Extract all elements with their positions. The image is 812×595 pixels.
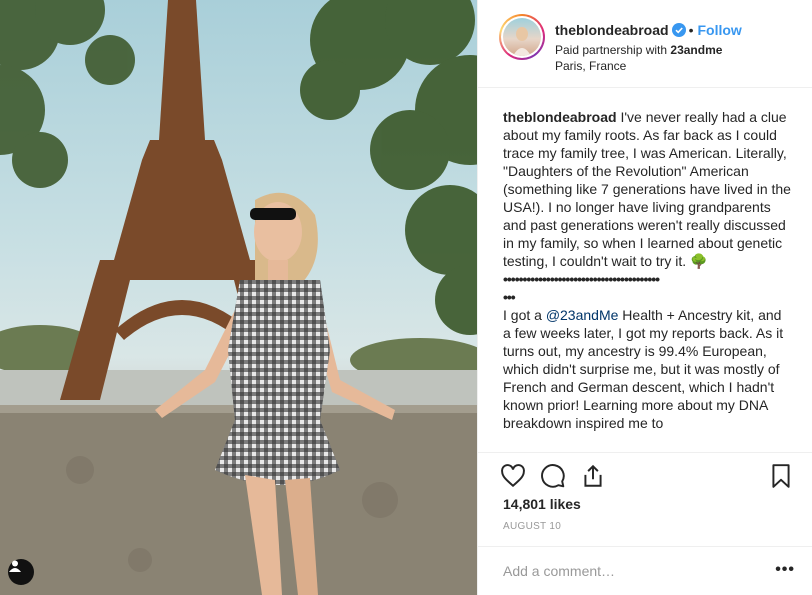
- comment-icon[interactable]: [540, 463, 566, 489]
- caption-paragraph-2: Health + Ancestry kit, and a few weeks l…: [503, 307, 784, 431]
- post-photo[interactable]: [0, 0, 477, 595]
- verified-badge-icon: [671, 23, 686, 40]
- avatar[interactable]: [499, 14, 545, 60]
- caption-dots: ••••••••••••••••••••••••••••••••••••••••: [503, 271, 660, 287]
- post-header: theblondeabroad • Follow Paid partnership …: [478, 0, 812, 88]
- separator-dot: •: [688, 22, 694, 38]
- share-icon[interactable]: [580, 463, 606, 489]
- post-side-panel: theblondeabroad • Follow Paid partnership …: [477, 0, 812, 595]
- comment-bar: •••: [478, 546, 812, 595]
- post-date[interactable]: AUGUST 10: [503, 521, 561, 532]
- comment-input[interactable]: [503, 561, 753, 581]
- follow-button[interactable]: Follow: [697, 22, 741, 38]
- bookmark-icon[interactable]: [768, 463, 794, 489]
- caption: theblondeabroad I've never really had a …: [503, 108, 793, 450]
- mention-link[interactable]: @23andMe: [546, 307, 619, 323]
- location-link[interactable]: Paris, France: [555, 59, 626, 73]
- eiffel-tower-scene: [0, 0, 477, 595]
- more-options-icon[interactable]: •••: [775, 561, 795, 579]
- caption-paragraph-1: I've never really had a clue about my fa…: [503, 109, 791, 269]
- caption-paragraph-2-prefix: I got a: [503, 307, 546, 323]
- action-bar: [478, 452, 812, 500]
- heart-icon[interactable]: [500, 463, 526, 489]
- partner-link[interactable]: 23andme: [670, 43, 722, 57]
- partnership-label: Paid partnership with: [555, 43, 671, 57]
- user-tag-icon[interactable]: [8, 559, 34, 585]
- caption-username[interactable]: theblondeabroad: [503, 109, 617, 125]
- likes-count[interactable]: 14,801 likes: [503, 496, 581, 512]
- post-username[interactable]: theblondeabroad: [555, 22, 669, 38]
- caption-dots: •••: [503, 289, 516, 305]
